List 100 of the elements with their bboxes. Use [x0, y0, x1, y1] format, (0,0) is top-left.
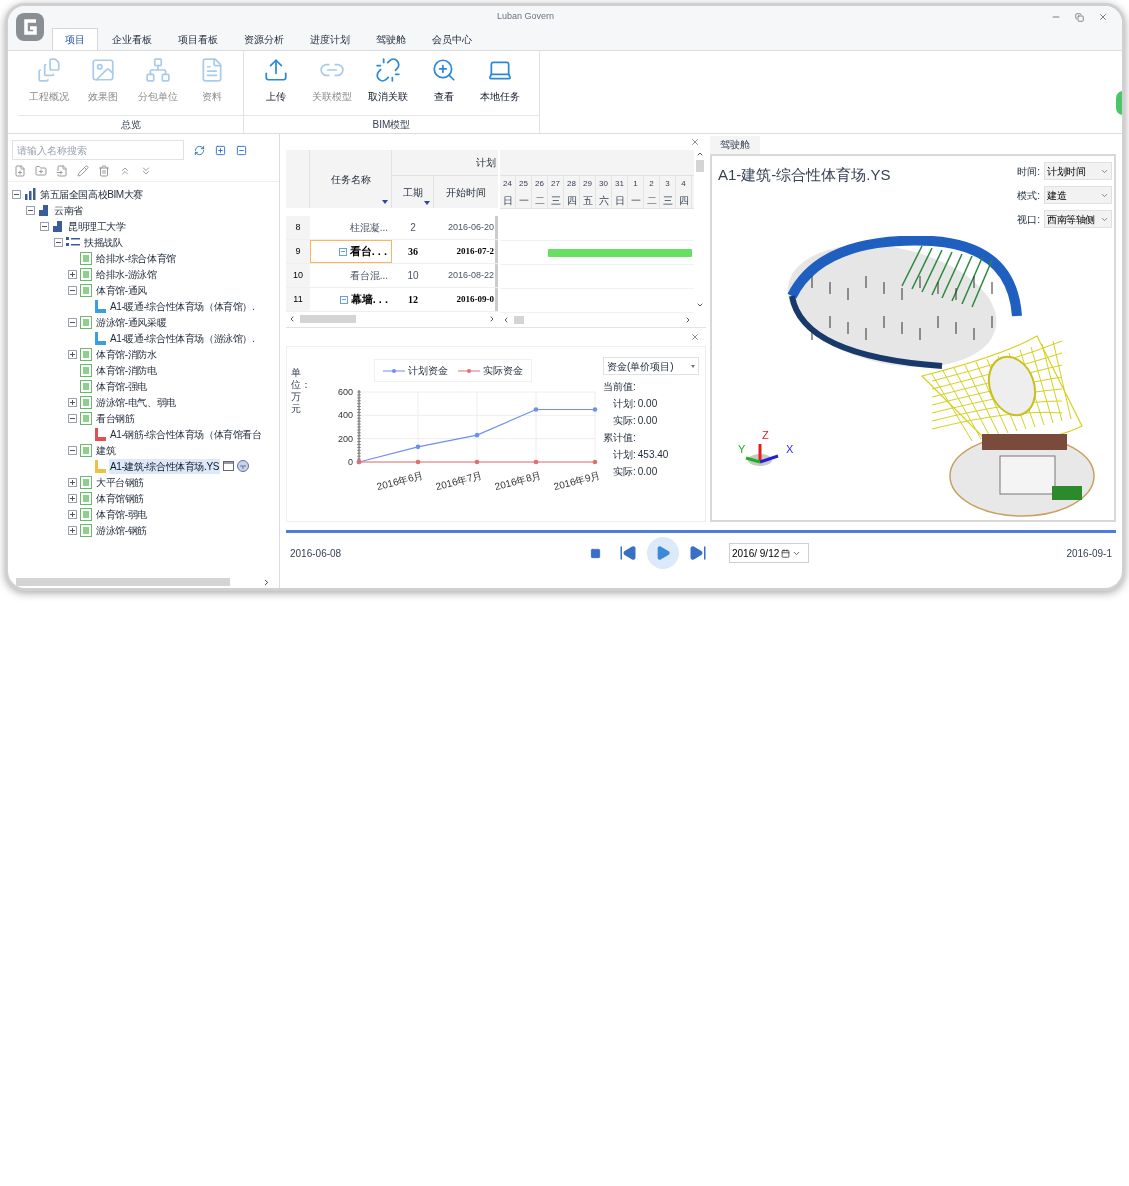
menu-tab[interactable]: 资源分析	[232, 28, 296, 50]
collapse-toggle[interactable]	[338, 247, 347, 256]
scroll-right-icon[interactable]	[684, 316, 692, 324]
tree-item[interactable]: 第五届全国高校BIM大赛	[39, 186, 144, 202]
scroll-right-icon[interactable]	[488, 315, 496, 323]
close-icon[interactable]	[1098, 12, 1108, 22]
tree-item[interactable]: 游泳馆-通风采暖	[95, 314, 168, 330]
collapse-toggle[interactable]	[54, 237, 63, 247]
tree-item[interactable]: 体育馆-消防电	[95, 362, 158, 378]
tree-item[interactable]: A1-钢筋-综合性体育场（体育馆看台	[109, 426, 263, 442]
import-file-icon[interactable]	[56, 164, 68, 177]
collapse-toggle[interactable]	[26, 205, 35, 215]
column-header[interactable]: 任务名称	[330, 171, 371, 187]
close-icon[interactable]	[690, 137, 700, 147]
task-name-cell[interactable]: 幕墙. . .	[310, 288, 392, 311]
axis-tick-label: 200	[337, 433, 353, 444]
viewer-select[interactable]: 建造	[1044, 186, 1112, 204]
add-folder-icon[interactable]	[35, 164, 47, 177]
window-icon[interactable]	[223, 461, 234, 471]
scroll-down-icon[interactable]	[696, 301, 704, 309]
ribbon-button[interactable]: 本地任务	[474, 57, 526, 104]
column-header[interactable]: 工期	[402, 184, 423, 200]
ribbon-button[interactable]: 查看	[418, 57, 470, 104]
expand-toggle[interactable]	[68, 397, 77, 407]
tree-item[interactable]: A1-暖通-综合性体育场（游泳馆）.	[109, 330, 256, 346]
next-icon[interactable]	[689, 544, 707, 562]
menu-tab[interactable]: 驾驶舱	[364, 28, 418, 50]
ribbon-button[interactable]: 取消关联	[362, 57, 414, 104]
tree-item[interactable]: 给排水-游泳馆	[95, 266, 158, 282]
collapse-toggle[interactable]	[40, 221, 49, 231]
horizontal-scrollbar[interactable]	[300, 315, 356, 323]
scroll-left-icon[interactable]	[502, 316, 510, 324]
model-viewport[interactable]: A1-建筑-综合性体育场.YS 时间: 计划时间 模式: 建造 视口: 西南等轴侧 Y Z X	[710, 154, 1116, 522]
tree-item[interactable]: A1-建筑-综合性体育场.YS	[109, 458, 220, 474]
task-name-cell[interactable]: 柱混凝...	[310, 216, 392, 239]
tree-item[interactable]: 大平台钢筋	[95, 474, 145, 490]
menu-tab[interactable]: 进度计划	[298, 28, 362, 50]
column-header[interactable]: 计划	[476, 155, 496, 170]
filter-icon[interactable]	[382, 200, 388, 204]
move-down-icon[interactable]	[140, 164, 152, 177]
document-icon	[80, 475, 92, 489]
app-logo-icon[interactable]	[15, 12, 45, 42]
collapse-toggle[interactable]	[12, 189, 21, 199]
stop-icon[interactable]	[590, 547, 601, 559]
filter-icon[interactable]	[424, 201, 430, 205]
scroll-right-icon[interactable]	[262, 577, 271, 587]
expand-toggle[interactable]	[68, 477, 77, 487]
refresh-icon[interactable]	[194, 144, 205, 156]
edit-icon[interactable]	[77, 164, 89, 177]
document-icon	[80, 507, 92, 521]
viewer-select[interactable]: 计划时间	[1044, 162, 1112, 180]
tree-item[interactable]: 建筑	[95, 442, 117, 458]
tree-item[interactable]: 看台钢筋	[95, 410, 136, 426]
viewer-select[interactable]: 西南等轴侧	[1044, 210, 1112, 228]
tree-item[interactable]: 体育馆-消防水	[95, 346, 158, 362]
menu-tab[interactable]: 企业看板	[100, 28, 164, 50]
scroll-left-icon[interactable]	[288, 315, 296, 323]
play-button[interactable]	[647, 537, 679, 569]
expand-toggle[interactable]	[68, 525, 77, 535]
tree-item[interactable]: 云南省	[53, 202, 84, 218]
menu-tab[interactable]: 会员中心	[420, 28, 484, 50]
close-icon[interactable]	[690, 332, 700, 342]
collapse-toggle[interactable]	[68, 285, 77, 295]
tree-item[interactable]: 体育馆-弱电	[95, 506, 148, 522]
expand-toggle[interactable]	[68, 493, 77, 503]
tree-item[interactable]: 体育馆-强电	[95, 378, 148, 394]
search-field[interactable]: 请输入名称搜索	[12, 140, 184, 160]
expand-toggle[interactable]	[68, 509, 77, 519]
date-picker[interactable]: 2016/ 9/12	[729, 543, 809, 563]
circle-badge-icon[interactable]	[237, 460, 249, 472]
tree-item[interactable]: A1-暖通-综合性体育场（体育馆）.	[109, 298, 256, 314]
ribbon-button[interactable]: 上传	[250, 57, 302, 104]
task-name-cell[interactable]: 看台混...	[310, 264, 392, 287]
vertical-scrollbar[interactable]	[696, 160, 704, 172]
collapse-toggle[interactable]	[68, 413, 77, 423]
tree-item[interactable]: 给排水-综合体育馆	[95, 250, 177, 266]
expand-toggle[interactable]	[68, 269, 77, 279]
scroll-up-icon[interactable]	[696, 150, 704, 158]
tree-item[interactable]: 扶摇战队	[83, 234, 124, 250]
collapse-all-icon[interactable]	[236, 144, 247, 156]
column-header[interactable]: 开始时间	[446, 184, 486, 200]
task-name-cell[interactable]: 看台. . .	[310, 240, 392, 263]
tree-item[interactable]: 体育馆钢筋	[95, 490, 145, 506]
horizontal-scrollbar[interactable]	[514, 316, 524, 324]
viewer-tab[interactable]: 驾驶舱	[710, 136, 760, 154]
tree-item[interactable]: 游泳馆-钢筋	[95, 522, 148, 538]
collapse-toggle[interactable]	[339, 295, 348, 304]
tree-item[interactable]: 游泳馆-电气、弱电	[95, 394, 177, 410]
expand-all-icon[interactable]	[215, 144, 226, 156]
collapse-toggle[interactable]	[68, 317, 77, 327]
previous-icon[interactable]	[619, 544, 637, 562]
tree-item[interactable]: 昆明理工大学	[67, 218, 127, 234]
menu-tab[interactable]: 项目	[52, 28, 98, 50]
collapse-toggle[interactable]	[68, 445, 77, 455]
expand-toggle[interactable]	[68, 349, 77, 359]
menu-tab[interactable]: 项目看板	[166, 28, 230, 50]
fund-type-dropdown[interactable]: 资金(单价项目)	[603, 357, 699, 375]
horizontal-scrollbar[interactable]	[16, 578, 230, 586]
delete-icon[interactable]	[98, 164, 110, 177]
tree-item[interactable]: 体育馆-通风	[95, 282, 148, 298]
